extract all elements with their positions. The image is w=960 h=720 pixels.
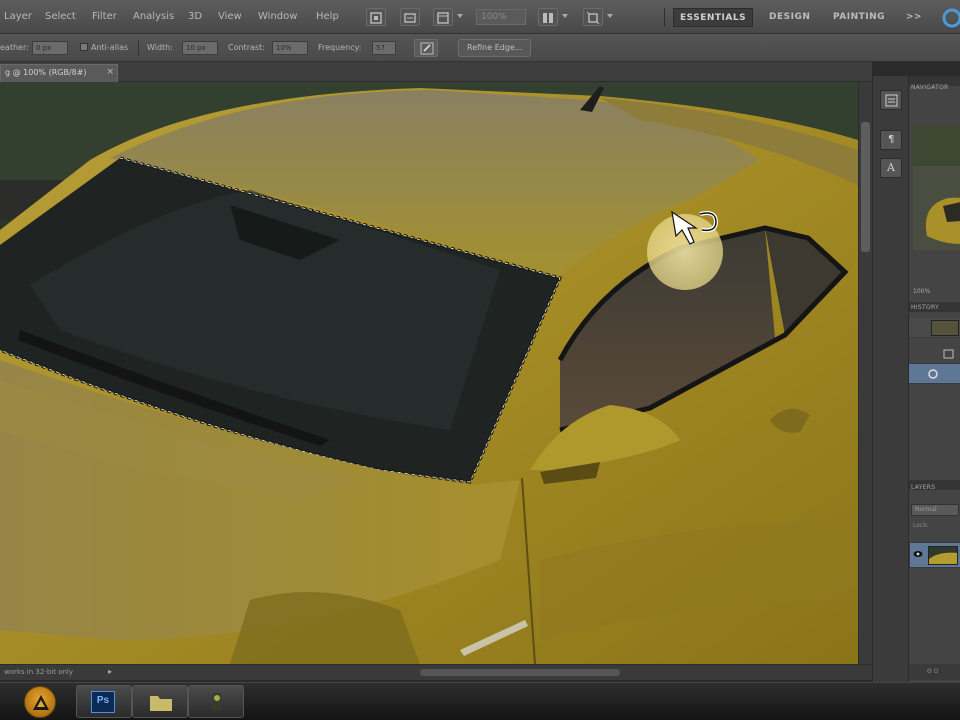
anti-alias-checkbox[interactable] [80, 43, 88, 51]
contrast-label: Contrast: [228, 43, 265, 52]
history-snapshot[interactable] [909, 318, 960, 338]
bridge-button[interactable] [366, 8, 386, 26]
width-label: Width: [147, 43, 173, 52]
history-brush-icon [928, 369, 938, 379]
zoom-level-select[interactable]: 100% [476, 9, 526, 25]
menu-filter[interactable]: Filter [92, 11, 117, 22]
screen-mode-icon [587, 12, 599, 24]
taskbar-folder-button[interactable] [132, 685, 188, 718]
frequency-input[interactable]: 57 [372, 41, 396, 55]
chevron-down-icon[interactable] [607, 14, 613, 18]
photoshop-icon: Ps [91, 691, 115, 713]
document-tab-bar: g @ 100% (RGB/8#) × [0, 62, 872, 82]
histogram-icon[interactable] [880, 90, 902, 110]
refine-edge-button[interactable]: Refine Edge... [458, 39, 532, 57]
workspace-essentials[interactable]: ESSENTIALS [673, 8, 754, 27]
menu-help[interactable]: Help [316, 11, 339, 22]
anti-alias-label: Anti-alias [91, 43, 129, 52]
contrast-input[interactable]: 10% [272, 41, 308, 55]
menu-select[interactable]: Select [45, 11, 76, 22]
menu-analysis[interactable]: Analysis [133, 11, 174, 22]
view-extras-button[interactable] [433, 8, 453, 26]
chevron-down-icon[interactable] [457, 14, 463, 18]
blend-mode-select[interactable]: Normal [911, 504, 959, 516]
panel-dock: NAVIGATOR 100% HISTORY LAYERS Normal Loc… [908, 76, 960, 682]
document-tab[interactable]: g @ 100% (RGB/8#) × [0, 64, 118, 82]
menu-view[interactable]: View [218, 11, 242, 22]
menu-3d[interactable]: 3D [188, 11, 202, 22]
feather-label: eather: [0, 43, 29, 52]
document-tab-title: g @ 100% (RGB/8#) [5, 68, 87, 77]
workspace-painting[interactable]: PAINTING [827, 8, 891, 27]
mini-bridge-icon [404, 13, 416, 23]
options-bar: eather: 0 px Anti-alias Width: 10 px Con… [0, 34, 960, 62]
eye-icon[interactable] [913, 550, 923, 558]
chevron-down-icon[interactable] [562, 14, 568, 18]
layer-row[interactable] [909, 542, 960, 568]
arrange-icon [543, 13, 553, 23]
pen-pressure-icon [420, 42, 434, 55]
scrollbar-thumb[interactable] [861, 122, 870, 252]
taskbar: Ps [0, 682, 960, 720]
layer-thumbnail [928, 546, 958, 565]
history-item-selected[interactable] [909, 364, 960, 384]
panel-footer: Θ O [909, 664, 960, 680]
menu-window[interactable]: Window [258, 11, 297, 22]
taskbar-photoshop-button[interactable]: Ps [76, 685, 132, 718]
status-menu-icon[interactable]: ▸ [108, 667, 112, 676]
navigator-zoom[interactable]: 100% [913, 288, 930, 295]
layers-panel-title[interactable]: LAYERS [911, 484, 935, 491]
status-bar: works in 32-bit only ▸ [0, 664, 872, 680]
paragraph-icon[interactable]: ¶ [880, 130, 902, 150]
horizontal-scrollbar-thumb[interactable] [420, 669, 620, 676]
taskbar-app-button[interactable] [188, 685, 244, 718]
character-icon[interactable]: A [880, 158, 902, 178]
workspace-design[interactable]: DESIGN [763, 8, 816, 27]
bridge-icon [370, 12, 382, 24]
arrange-documents-button[interactable] [538, 8, 558, 26]
more-workspaces-button[interactable]: >> [900, 8, 928, 27]
panel-icon-column: ¶ A [872, 76, 908, 682]
feather-input[interactable]: 0 px [32, 41, 68, 55]
divider [138, 40, 139, 56]
cs-live-icon[interactable] [940, 7, 960, 29]
snapshot-thumbnail [931, 320, 959, 336]
document-canvas[interactable] [0, 82, 858, 664]
start-button[interactable] [24, 686, 56, 718]
frequency-label: Frequency: [318, 43, 362, 52]
app-icon [213, 693, 221, 711]
start-icon [33, 695, 49, 710]
lock-label: Lock: [913, 522, 929, 529]
history-item[interactable] [909, 344, 960, 364]
navigator-panel-title[interactable]: NAVIGATOR [911, 84, 949, 91]
mini-bridge-button[interactable] [400, 8, 420, 26]
navigator-thumbnail[interactable] [913, 126, 960, 250]
status-text: works in 32-bit only [4, 668, 74, 676]
divider [664, 8, 665, 26]
panel-footer-icons[interactable]: Θ O [927, 668, 938, 675]
menu-layer[interactable]: Layer [4, 11, 32, 22]
history-panel-title[interactable]: HISTORY [911, 304, 939, 311]
folder-icon [150, 696, 172, 711]
screen-mode-button[interactable] [583, 8, 603, 26]
car-photo [0, 82, 858, 664]
close-icon[interactable]: × [106, 67, 114, 77]
tablet-pressure-button[interactable] [414, 39, 438, 57]
view-extras-icon [437, 12, 449, 24]
width-input[interactable]: 10 px [182, 41, 218, 55]
menu-bar: Layer Select Filter Analysis 3D View Win… [0, 0, 960, 34]
history-step-icon [943, 349, 954, 359]
vertical-scrollbar[interactable] [858, 82, 872, 664]
